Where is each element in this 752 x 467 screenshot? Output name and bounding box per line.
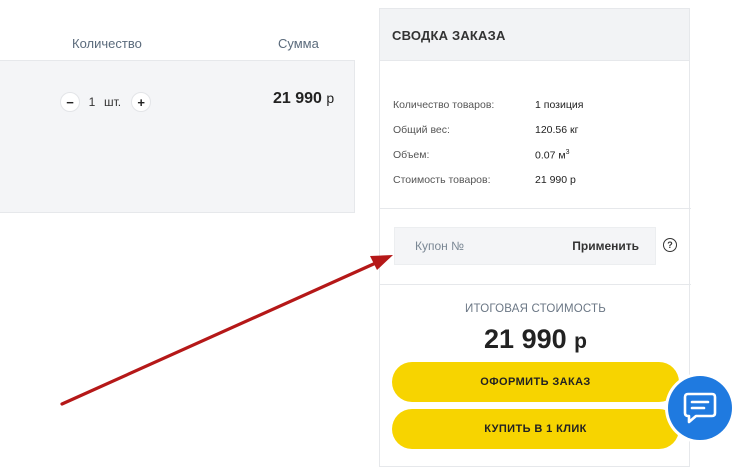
quantity-unit: шт. bbox=[104, 95, 122, 109]
summary-row-volume: Объем: 0.07 м3 bbox=[393, 149, 683, 174]
summary-label: Объем: bbox=[393, 149, 430, 161]
item-price: 21 990 р bbox=[273, 90, 334, 108]
increase-quantity-button[interactable]: + bbox=[131, 92, 152, 112]
divider bbox=[380, 284, 691, 285]
summary-value: 0.07 м3 bbox=[535, 149, 569, 174]
total-price: 21 990 р bbox=[380, 324, 691, 355]
volume-unit-superscript: 3 bbox=[565, 149, 570, 156]
chat-widget-button[interactable] bbox=[668, 376, 732, 440]
column-header-sum: Сумма bbox=[278, 36, 319, 51]
coupon-input[interactable] bbox=[395, 239, 573, 253]
summary-value: 120.56 кг bbox=[535, 124, 579, 136]
summary-label: Стоимость товаров: bbox=[393, 174, 491, 186]
total-label: ИТОГОВАЯ СТОИМОСТЬ bbox=[465, 303, 606, 315]
buy-one-click-button[interactable]: КУПИТЬ В 1 КЛИК bbox=[392, 409, 679, 449]
summary-label: Количество товаров: bbox=[393, 99, 495, 111]
summary-label: Общий вес: bbox=[393, 124, 450, 136]
summary-row-cost: Стоимость товаров: 21 990 р bbox=[393, 174, 683, 199]
coupon-field: Применить bbox=[394, 227, 656, 265]
summary-value: 21 990 р bbox=[535, 174, 576, 186]
item-price-value: 21 990 bbox=[273, 90, 322, 107]
apply-coupon-button[interactable]: Применить bbox=[572, 239, 639, 253]
decrease-quantity-button[interactable]: − bbox=[60, 92, 80, 112]
quantity-stepper: − 1 шт. + bbox=[60, 92, 152, 112]
order-summary-title: СВОДКА ЗАКАЗА bbox=[380, 9, 689, 61]
order-summary-panel: СВОДКА ЗАКАЗА Количество товаров: 1 пози… bbox=[379, 8, 691, 467]
chat-bubble-icon bbox=[683, 392, 717, 424]
total-price-value: 21 990 bbox=[484, 324, 567, 354]
summary-row-weight: Общий вес: 120.56 кг bbox=[393, 124, 683, 149]
summary-value: 1 позиция bbox=[535, 99, 584, 111]
volume-value: 0.07 м bbox=[535, 149, 566, 162]
column-header-quantity: Количество bbox=[72, 36, 142, 51]
summary-row-quantity: Количество товаров: 1 позиция bbox=[393, 99, 683, 124]
divider bbox=[380, 208, 691, 209]
quantity-value: 1 bbox=[88, 95, 96, 109]
total-price-currency: р bbox=[574, 330, 587, 353]
question-circle-icon[interactable]: ? bbox=[663, 238, 677, 252]
item-price-currency: р bbox=[326, 90, 335, 106]
place-order-button[interactable]: ОФОРМИТЬ ЗАКАЗ bbox=[392, 362, 679, 402]
cart-item-row bbox=[0, 60, 355, 213]
order-summary-info: Количество товаров: 1 позиция Общий вес:… bbox=[393, 99, 683, 199]
